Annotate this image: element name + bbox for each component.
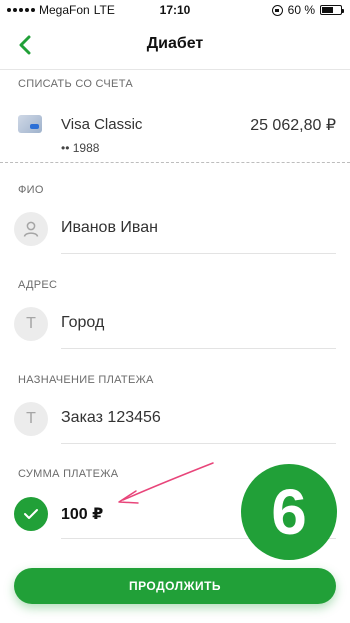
field-underline xyxy=(61,348,336,349)
address-section-label: АДРЕС xyxy=(18,279,58,291)
page-title: Диабет xyxy=(146,35,204,52)
orientation-lock-icon xyxy=(271,4,283,16)
amount-section-label: СУММА ПЛАТЕЖА xyxy=(18,468,119,480)
card-number: •• 1988 xyxy=(61,141,100,155)
purpose-section-label: НАЗНАЧЕНИЕ ПЛАТЕЖА xyxy=(18,374,154,386)
battery-percent: 60 % xyxy=(287,3,315,17)
dashed-divider xyxy=(0,162,350,163)
address-value: Город xyxy=(61,314,105,331)
status-bar: MegaFon LTE 17:10 60 % xyxy=(0,0,350,20)
battery-fill xyxy=(322,7,333,13)
card-name: Visa Classic xyxy=(61,116,143,133)
address-field[interactable]: Т Город xyxy=(0,305,350,349)
status-right: 60 % xyxy=(271,3,344,17)
person-icon xyxy=(14,212,48,246)
purpose-field[interactable]: Т Заказ 123456 xyxy=(0,400,350,444)
field-underline xyxy=(61,253,336,254)
continue-button[interactable]: ПРОДОЛЖИТЬ xyxy=(14,568,336,604)
checkmark-icon xyxy=(14,497,48,531)
fio-section-label: ФИО xyxy=(18,184,44,196)
field-underline xyxy=(61,443,336,444)
battery-icon xyxy=(320,5,344,15)
text-field-icon: Т xyxy=(14,402,48,436)
fio-field[interactable]: Иванов Иван xyxy=(0,210,350,254)
text-field-icon: Т xyxy=(14,307,48,341)
card-selector[interactable]: Visa Classic 25 062,80 ₽ •• 1988 xyxy=(0,105,350,155)
purpose-value: Заказ 123456 xyxy=(61,409,161,426)
card-balance: 25 062,80 ₽ xyxy=(250,117,336,134)
fio-value: Иванов Иван xyxy=(61,219,158,236)
debit-section-label: СПИСАТЬ СО СЧЕТА xyxy=(18,78,133,90)
amount-value: 100 ₽ xyxy=(61,506,104,523)
card-icon xyxy=(18,115,42,133)
nav-bar: Диабет xyxy=(0,20,350,70)
step-number-badge: 6 xyxy=(241,464,337,560)
